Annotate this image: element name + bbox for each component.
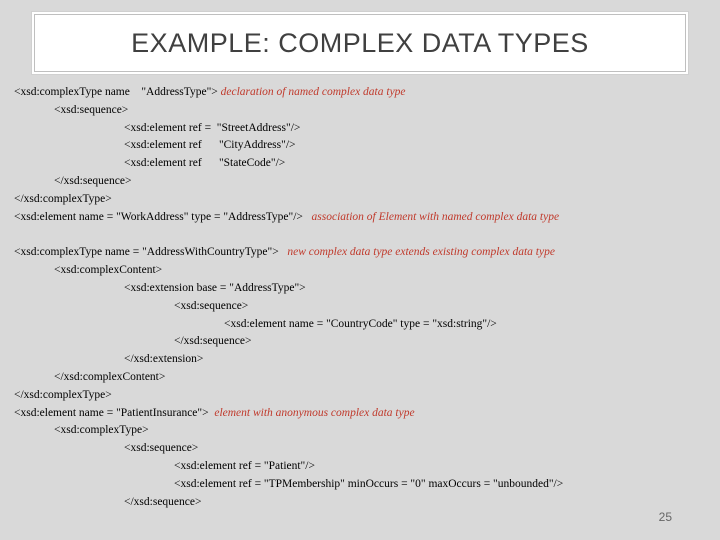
code-line: <xsd:element name = "WorkAddress" type =… — [14, 209, 706, 227]
code-text: <xsd:complexType name "AddressType"> — [14, 86, 218, 98]
code-content: <xsd:complexType name "AddressType"> dec… — [14, 84, 706, 512]
code-line: <xsd:complexType name = "AddressWithCoun… — [14, 244, 706, 262]
code-text: <xsd:sequence> — [124, 442, 198, 454]
code-line: <xsd:element ref = "Patient"/> — [14, 458, 706, 476]
annotation: declaration of named complex data type — [221, 86, 406, 98]
code-line: </xsd:complexType> — [14, 512, 706, 513]
code-text: <xsd:element ref = "TPMembership" minOcc… — [174, 478, 563, 490]
code-text: <xsd:complexType name = "AddressWithCoun… — [14, 246, 284, 258]
code-text: </xsd:extension> — [124, 353, 203, 365]
annotation: association of Element with named comple… — [312, 211, 560, 223]
code-line: </xsd:complexType> — [14, 191, 706, 209]
code-line: <xsd:element ref = "StreetAddress"/> — [14, 120, 706, 138]
code-text: <xsd:element ref = "StreetAddress"/> — [124, 122, 300, 134]
code-line — [14, 227, 706, 245]
code-text: <xsd:element ref "StateCode"/> — [124, 157, 285, 169]
code-text: <xsd:extension base = "AddressType"> — [124, 282, 306, 294]
code-text: <xsd:element ref = "Patient"/> — [174, 460, 315, 472]
code-line: </xsd:sequence> — [14, 494, 706, 512]
code-line: <xsd:element ref "StateCode"/> — [14, 155, 706, 173]
code-line: <xsd:element ref = "TPMembership" minOcc… — [14, 476, 706, 494]
code-text: </xsd:complexType> — [14, 193, 112, 205]
code-text: <xsd:element name = "PatientInsurance"> — [14, 407, 211, 419]
code-line: <xsd:sequence> — [14, 440, 706, 458]
code-line: <xsd:element name = "PatientInsurance"> … — [14, 405, 706, 423]
code-text: <xsd:complexType> — [54, 424, 149, 436]
code-text: <xsd:sequence> — [174, 300, 248, 312]
code-line: </xsd:extension> — [14, 351, 706, 369]
code-line: <xsd:complexContent> — [14, 262, 706, 280]
code-line: </xsd:sequence> — [14, 333, 706, 351]
code-text: <xsd:sequence> — [54, 104, 128, 116]
code-line: <xsd:sequence> — [14, 102, 706, 120]
code-text: </xsd:sequence> — [54, 175, 131, 187]
code-text: </xsd:complexContent> — [54, 371, 165, 383]
annotation: new complex data type extends existing c… — [287, 246, 555, 258]
code-line: <xsd:element name = "CountryCode" type =… — [14, 316, 706, 334]
code-text — [14, 229, 17, 241]
code-text: </xsd:complexType> — [14, 389, 112, 401]
code-line: <xsd:complexType name "AddressType"> dec… — [14, 84, 706, 102]
page-number: 25 — [659, 510, 672, 524]
slide: EXAMPLE: COMPLEX DATA TYPES <xsd:complex… — [0, 0, 720, 540]
code-text: <xsd:element name = "CountryCode" type =… — [224, 318, 497, 330]
code-line: <xsd:element ref "CityAddress"/> — [14, 137, 706, 155]
code-text: <xsd:complexContent> — [54, 264, 162, 276]
code-line: </xsd:complexContent> — [14, 369, 706, 387]
slide-title: EXAMPLE: COMPLEX DATA TYPES — [131, 28, 589, 59]
code-text: </xsd:sequence> — [124, 496, 201, 508]
code-line: </xsd:complexType> — [14, 387, 706, 405]
code-text: </xsd:sequence> — [174, 335, 251, 347]
code-line: <xsd:sequence> — [14, 298, 706, 316]
code-text: <xsd:element ref "CityAddress"/> — [124, 139, 296, 151]
code-line: <xsd:complexType> — [14, 422, 706, 440]
annotation: element with anonymous complex data type — [214, 407, 414, 419]
code-text: <xsd:element name = "WorkAddress" type =… — [14, 211, 309, 223]
code-line: </xsd:sequence> — [14, 173, 706, 191]
title-box: EXAMPLE: COMPLEX DATA TYPES — [34, 14, 686, 72]
code-line: <xsd:extension base = "AddressType"> — [14, 280, 706, 298]
